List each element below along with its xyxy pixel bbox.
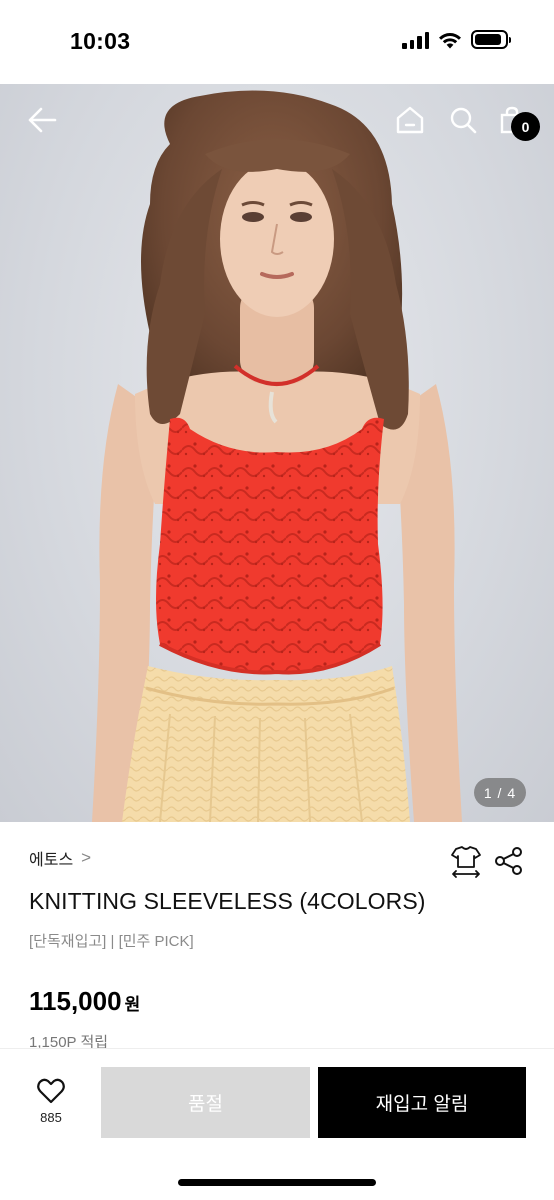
- share-icon: [495, 847, 522, 875]
- heart-icon: [37, 1078, 65, 1104]
- home-icon: [396, 106, 424, 134]
- signal-icon: [402, 31, 429, 49]
- search-icon: [450, 107, 477, 134]
- status-bar: 10:03: [0, 0, 554, 84]
- home-button[interactable]: [392, 102, 428, 138]
- price-currency: 원: [124, 995, 141, 1014]
- like-count: 885: [40, 1110, 62, 1125]
- size-guide-button[interactable]: [450, 845, 482, 879]
- size-guide-icon: [451, 846, 481, 878]
- back-arrow-icon: [28, 107, 57, 133]
- back-button[interactable]: [24, 102, 60, 138]
- product-photo: [92, 90, 462, 822]
- status-time: 10:03: [70, 28, 131, 54]
- like-button[interactable]: 885: [24, 1078, 78, 1132]
- brand-name: 에토스: [29, 852, 74, 869]
- home-indicator[interactable]: [178, 1179, 376, 1186]
- chevron-right-icon: >: [81, 848, 92, 867]
- product-tags: [단독재입고] | [민주 PICK]: [29, 933, 194, 950]
- status-icons: [402, 30, 511, 49]
- gallery-page-indicator: 1 / 4: [474, 778, 526, 807]
- search-button[interactable]: [445, 102, 481, 138]
- product-name: KNITTING SLEEVELESS (4COLORS): [29, 888, 426, 914]
- brand-link[interactable]: 에토스 >: [29, 846, 91, 870]
- share-button[interactable]: [494, 846, 524, 876]
- restock-alert-button[interactable]: 재입고 알림: [318, 1067, 526, 1138]
- price-row: 115,000 원: [29, 986, 140, 1017]
- soldout-button[interactable]: 품절: [101, 1067, 310, 1138]
- product-price: 115,000: [29, 986, 122, 1016]
- wifi-icon: [439, 32, 461, 48]
- product-image-gallery[interactable]: [0, 84, 554, 822]
- battery-icon: [471, 30, 511, 49]
- cart-count-badge[interactable]: 0: [511, 112, 540, 141]
